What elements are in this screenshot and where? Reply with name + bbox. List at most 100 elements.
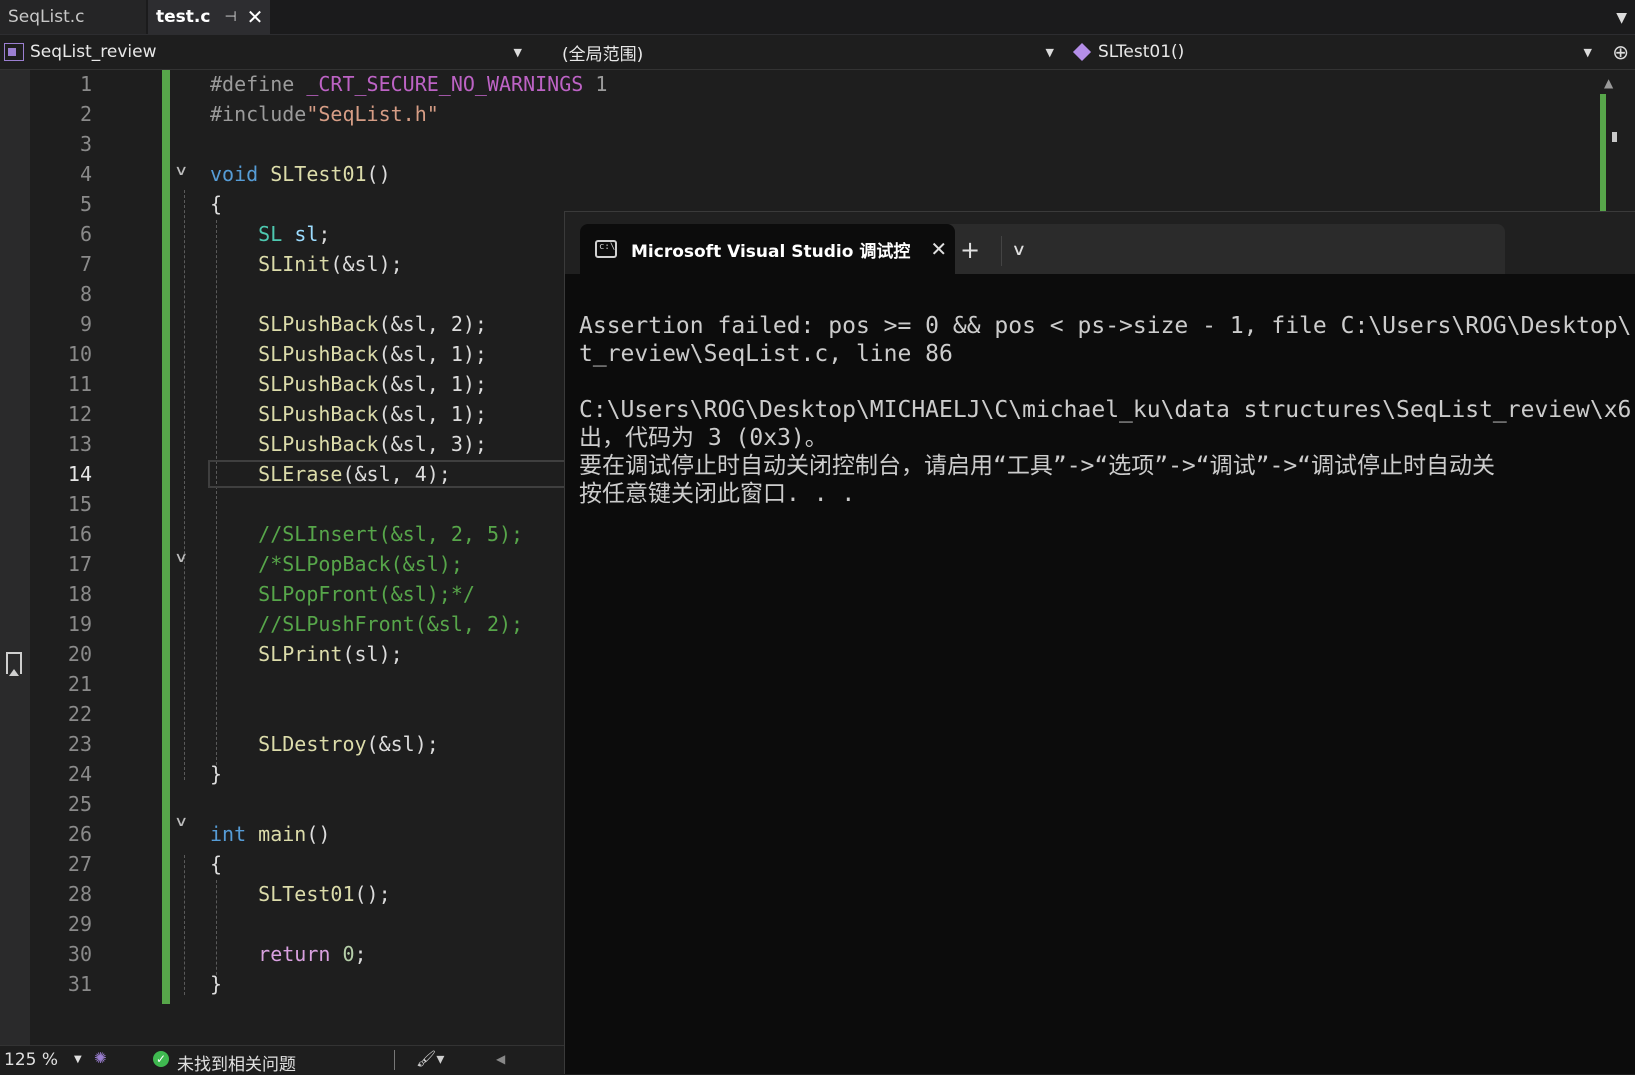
tab-seqlist-c[interactable]: SeqList.c: [0, 0, 146, 34]
issues-status[interactable]: 未找到相关问题: [177, 1050, 296, 1075]
line-number: 22: [67, 702, 92, 726]
divider: [394, 1050, 395, 1070]
line-number: 23: [67, 732, 92, 756]
document-tab-strip: SeqList.c test.c ⊣ ✕ ▼: [0, 0, 1635, 35]
indent-guide: [216, 220, 217, 770]
brace: {: [210, 852, 223, 876]
change-tracking-bar: [162, 70, 170, 1004]
fold-guide: [184, 190, 185, 780]
chevron-down-icon: ▼: [1045, 45, 1054, 59]
editor-status-bar: 125 % ▼ ✺ ✓ 未找到相关问题 🖌▾ ◀: [0, 1045, 565, 1075]
code-line-30[interactable]: return 0;: [210, 942, 367, 966]
close-tab-icon[interactable]: ✕: [247, 5, 264, 29]
zoom-chevron-down-icon[interactable]: ▼: [74, 1054, 82, 1065]
bookmark-icon[interactable]: [6, 652, 22, 676]
code-line-10[interactable]: SLPushBack(&sl, 1);: [210, 342, 487, 366]
project-icon: [4, 43, 24, 61]
tab-overflow-chevron-down-icon[interactable]: ▼: [1616, 10, 1627, 26]
tab-test-c[interactable]: test.c ⊣ ✕: [148, 0, 270, 34]
code-line-6[interactable]: SL sl;: [210, 222, 330, 246]
code-line-14[interactable]: SLErase(&sl, 4);: [210, 462, 451, 486]
arguments: (&sl);: [366, 732, 439, 756]
pin-tab-icon[interactable]: ⊣: [224, 9, 236, 25]
line-number: 26: [67, 822, 92, 846]
navigation-bar: SeqList_review ▼ (全局范围) ▼ SLTest01() ▼ ⊕: [0, 35, 1635, 70]
line-number: 24: [67, 762, 92, 786]
scope-name: (全局范围): [562, 44, 644, 65]
code-line-26[interactable]: int main(): [210, 822, 330, 846]
close-icon[interactable]: ✕: [930, 237, 947, 261]
project-dropdown[interactable]: SeqList_review ▼: [0, 38, 530, 66]
code-line-12[interactable]: SLPushBack(&sl, 1);: [210, 402, 487, 426]
chevron-down-icon[interactable]: ∨: [1011, 240, 1026, 259]
zoom-level[interactable]: 125 %: [4, 1050, 58, 1070]
code-line-16[interactable]: //SLInsert(&sl, 2, 5);: [210, 522, 523, 546]
code-line-24[interactable]: }: [210, 762, 222, 786]
function-call: SLPushBack: [258, 312, 379, 336]
number-literal: 0: [342, 942, 355, 966]
code-line-4[interactable]: void SLTest01(): [210, 162, 391, 186]
preprocessor-directive: #include: [210, 102, 307, 126]
code-line-9[interactable]: SLPushBack(&sl, 2);: [210, 312, 487, 336]
punctuation: ;: [354, 942, 367, 966]
fold-collapse-chevron-icon[interactable]: ∨: [174, 550, 188, 566]
code-line-20[interactable]: SLPrint(sl);: [210, 642, 403, 666]
line-number: 14: [67, 462, 92, 486]
line-number: 1: [79, 72, 92, 96]
line-number: 20: [67, 642, 92, 666]
fold-guide: [184, 855, 185, 995]
code-line-23[interactable]: SLDestroy(&sl);: [210, 732, 439, 756]
code-line-1[interactable]: #define _CRT_SECURE_NO_WARNINGS 1: [210, 72, 607, 96]
function-cube-icon: [1072, 42, 1092, 62]
code-line-7[interactable]: SLInit(&sl);: [210, 252, 403, 276]
brace: }: [210, 972, 223, 996]
code-cleanup-brush-icon[interactable]: 🖌▾: [416, 1049, 444, 1068]
console-line: C:\Users\ROG\Desktop\MICHAELJ\C\michael_…: [579, 397, 1632, 423]
line-number: 8: [79, 282, 92, 306]
line-number: 9: [79, 312, 92, 336]
arguments: (&sl, 2);: [378, 312, 487, 336]
code-line-28[interactable]: SLTest01();: [210, 882, 390, 906]
function-dropdown[interactable]: SLTest01() ▼: [1070, 38, 1600, 66]
variable: sl: [294, 222, 319, 246]
fold-collapse-chevron-icon[interactable]: ∨: [174, 814, 188, 830]
code-line-2[interactable]: #include"SeqList.h": [210, 102, 439, 126]
code-line-27[interactable]: {: [210, 852, 222, 876]
code-line-11[interactable]: SLPushBack(&sl, 1);: [210, 372, 487, 396]
code-line-31[interactable]: }: [210, 972, 222, 996]
scope-dropdown[interactable]: (全局范围) ▼: [538, 38, 1062, 66]
macro-value: 1: [595, 72, 608, 96]
code-line-18[interactable]: SLPopFront(&sl);*/: [210, 582, 475, 606]
console-tab[interactable]: Microsoft Visual Studio 调试控 ✕: [580, 224, 955, 274]
arguments: (&sl, 1);: [378, 372, 487, 396]
intellicode-icon[interactable]: ✺: [94, 1049, 110, 1067]
console-line: t_review\SeqList.c, line 86: [579, 341, 953, 367]
code-line-5[interactable]: {: [210, 192, 222, 216]
line-number: 4: [79, 162, 92, 186]
line-number: 13: [67, 432, 92, 456]
scroll-up-arrow-icon[interactable]: ▲: [1604, 76, 1613, 90]
function-call: SLPrint: [258, 642, 343, 666]
code-line-19[interactable]: //SLPushFront(&sl, 2);: [210, 612, 523, 636]
comment: SLPopFront(&sl);*/: [258, 582, 475, 606]
vertical-scrollbar[interactable]: ▲: [1598, 70, 1620, 212]
debug-console-window[interactable]: Microsoft Visual Studio 调试控 ✕ + ∨ Assert…: [564, 211, 1635, 1074]
terminal-icon: [595, 240, 617, 258]
line-number: 6: [79, 222, 92, 246]
function-name: main: [258, 822, 307, 846]
fold-collapse-chevron-icon[interactable]: ∨: [174, 163, 188, 179]
function-call: SLPushBack: [258, 372, 379, 396]
line-number: 30: [67, 942, 92, 966]
new-tab-plus-icon[interactable]: +: [960, 236, 980, 264]
line-number: 3: [79, 132, 92, 156]
line-number: 27: [67, 852, 92, 876]
function-call: SLPushBack: [258, 342, 379, 366]
scroll-left-arrow-icon[interactable]: ◀: [496, 1052, 505, 1066]
code-line-17[interactable]: /*SLPopBack(&sl);: [210, 552, 463, 576]
include-string: "SeqList.h": [306, 102, 439, 126]
line-number: 25: [67, 792, 92, 816]
scrollbar-thumb[interactable]: [1612, 132, 1617, 142]
code-line-13[interactable]: SLPushBack(&sl, 3);: [210, 432, 487, 456]
split-window-icon[interactable]: ⊕: [1612, 40, 1629, 64]
